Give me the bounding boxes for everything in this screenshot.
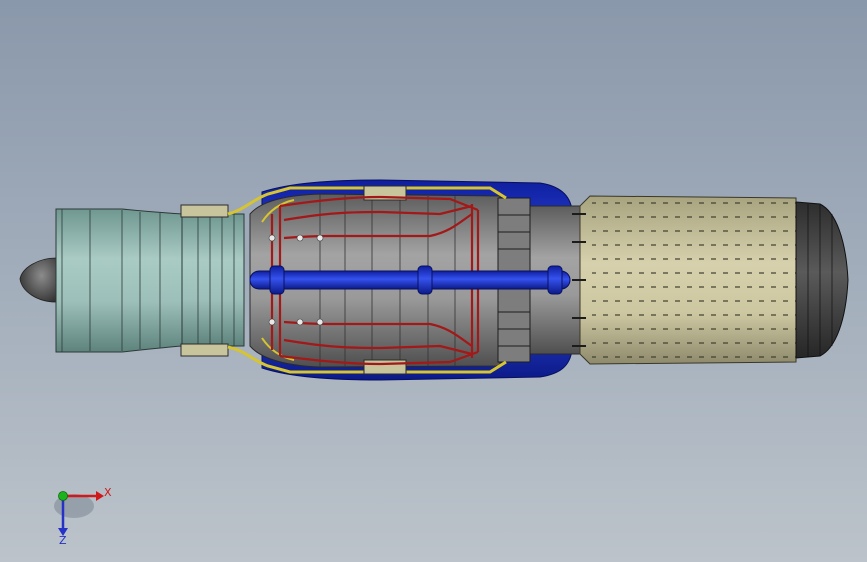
graphics-viewport[interactable]: X Z: [0, 0, 867, 562]
exhaust-nozzle: [572, 195, 797, 365]
y-axis-dot-icon: [58, 491, 68, 501]
z-axis-label: Z: [59, 534, 67, 546]
exhaust-cap: [795, 201, 849, 359]
intake-casing: [55, 208, 183, 353]
coordinate-triad: X Z: [54, 486, 112, 546]
x-axis-arrow-icon: [96, 491, 104, 501]
x-axis-label: X: [104, 486, 112, 499]
jet-engine-model[interactable]: [0, 0, 867, 562]
nose-cone: [19, 257, 57, 303]
compressor-casing: [180, 204, 245, 357]
